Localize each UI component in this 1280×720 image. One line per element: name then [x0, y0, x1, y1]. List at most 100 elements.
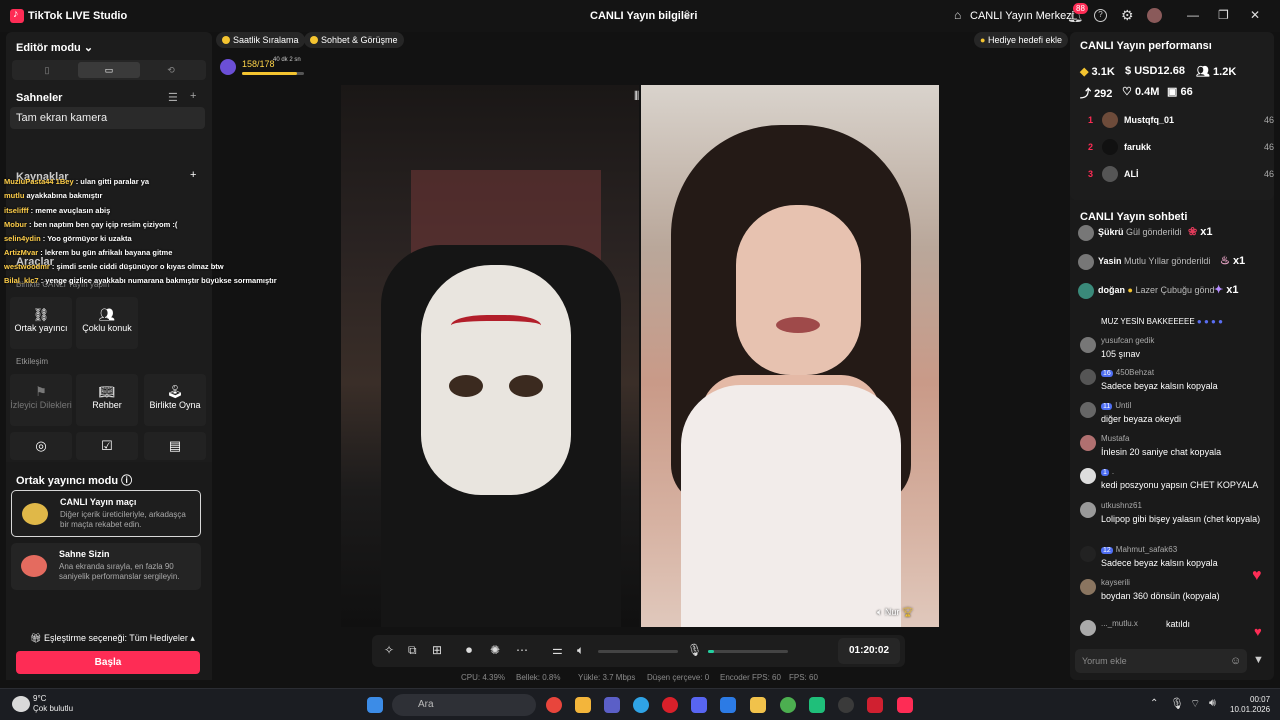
chat-username[interactable]: 1. [1101, 467, 1114, 476]
chat-call-chip[interactable]: Sohbet & Görüşme [304, 32, 404, 48]
match-option-label: Eşleştirme seçeneği: Tüm Hediyeler [43, 633, 188, 643]
portrait-icon[interactable]: ▯ [16, 62, 78, 78]
add-scene-icon[interactable]: + [190, 90, 196, 102]
ranking-row[interactable]: 3 ALİ 46 [1080, 165, 1274, 185]
chrome-icon[interactable] [780, 697, 796, 713]
maximize-icon[interactable]: ❐ [1218, 8, 1229, 22]
windows-start-icon[interactable] [367, 697, 383, 713]
weather-widget[interactable]: 9°C Çok bulutlu [33, 694, 73, 714]
chat-username[interactable]: 12 Mahmut_safak63 [1101, 545, 1177, 554]
rotate-icon[interactable]: ⟲ [140, 62, 202, 78]
chat-username[interactable]: ..._mutlu.x [1101, 619, 1138, 628]
avatar[interactable] [1080, 502, 1096, 518]
avatar[interactable] [1080, 579, 1096, 595]
start-button[interactable]: Başla [16, 651, 200, 674]
home-icon[interactable]: ⌂ [954, 8, 961, 22]
share-icon[interactable]: ⇪ [682, 8, 692, 22]
gift-goal-button[interactable]: ● Hediye hedefi ekle [974, 32, 1069, 48]
ranking-row[interactable]: 2 farukk 46 [1080, 138, 1274, 158]
viewers-value: 1.2K [1213, 66, 1237, 78]
edge-icon[interactable] [633, 697, 649, 713]
mic-icon[interactable]: 🎙︎ [687, 643, 702, 657]
volume-icon[interactable]: 🔊︎ [1209, 697, 1216, 710]
tiktok-studio-icon[interactable] [897, 697, 913, 713]
tool-more-1[interactable]: ◎ [10, 432, 72, 460]
avatar[interactable] [1080, 620, 1096, 636]
ranking-row[interactable]: 1 Mustqfq_01 46 [1080, 111, 1274, 131]
avatar[interactable] [1080, 435, 1096, 451]
avatar[interactable] [1080, 369, 1096, 385]
effects-icon[interactable]: ✺ [490, 643, 500, 657]
settings-sliders-icon[interactable]: ⚌ [552, 643, 563, 657]
list-icon[interactable]: ☰ [168, 91, 178, 104]
opera-icon[interactable] [662, 697, 678, 713]
multi-guest-tool[interactable]: 👥︎ Çoklu konuk [76, 297, 138, 349]
notification-badge: 88 [1073, 3, 1088, 14]
taskbar-search[interactable]: Ara [392, 694, 536, 716]
screen-share-icon[interactable]: ⧉ [408, 643, 417, 658]
chat-username[interactable]: 11 Until [1101, 401, 1131, 410]
tool-more-2[interactable]: ☑ [76, 432, 138, 460]
magic-wand-icon[interactable]: ✧ [384, 643, 394, 657]
more-icon[interactable]: ⋯ [516, 643, 528, 657]
teams-icon[interactable] [604, 697, 620, 713]
avatar [1102, 139, 1118, 155]
wifi-icon[interactable]: ⌔ [1190, 697, 1200, 711]
folder-icon[interactable] [750, 697, 766, 713]
stage-card[interactable]: Sahne Sizin Ana ekranda sırayla, en fazl… [11, 543, 201, 590]
avatar[interactable] [1147, 8, 1162, 23]
store-icon[interactable] [575, 697, 591, 713]
avatar[interactable] [1080, 337, 1096, 353]
chat-username[interactable]: kayserili [1101, 578, 1130, 587]
avatar[interactable] [1080, 402, 1096, 418]
close-icon[interactable]: ✕ [1250, 8, 1260, 22]
github-icon[interactable] [838, 697, 854, 713]
chevron-up-icon[interactable]: ⌃ [1150, 698, 1158, 709]
audio-wave-icon[interactable]: ⦀ [634, 89, 639, 104]
info-icon[interactable]: ⓘ [121, 475, 132, 487]
chat-username[interactable]: yusufcan gedik [1101, 336, 1154, 345]
scene-item[interactable]: Tam ekran kamera [10, 107, 205, 129]
tool-more-3[interactable]: ▤ [144, 432, 206, 460]
guide-tool[interactable]: 📖︎ Rehber [76, 374, 138, 426]
minimize-icon[interactable]: — [1187, 8, 1199, 22]
live-center-link[interactable]: CANLI Yayın Merkezi [970, 10, 1074, 22]
lips-shape [776, 317, 820, 333]
youtube-icon[interactable] [867, 697, 883, 713]
match-option-dropdown[interactable]: 🎁︎ Eşleştirme seçeneği: Tüm Hediyeler ▴ [30, 633, 195, 644]
avatar[interactable] [1080, 468, 1096, 484]
mic-icon[interactable]: 🎙︎ [1170, 697, 1184, 710]
app-icon[interactable] [809, 697, 825, 713]
mail-icon[interactable] [720, 697, 736, 713]
editor-mode-dropdown[interactable]: Editör modu ⌄ [16, 41, 93, 54]
volume-icon[interactable]: 🔈︎ [577, 643, 584, 658]
landscape-icon[interactable]: ▭ [78, 62, 140, 78]
help-icon[interactable]: ? [1094, 9, 1107, 22]
volume-slider[interactable] [598, 650, 678, 653]
speaker-icon[interactable]: 🔈︎ [877, 607, 882, 617]
users-icon: 👥︎ [98, 307, 116, 322]
live-match-card[interactable]: CANLI Yayın maçı Diğer içerik üreticiler… [11, 490, 201, 537]
discord-icon[interactable] [691, 697, 707, 713]
record-icon[interactable]: ⏺ [466, 643, 472, 658]
gear-icon[interactable]: ⚙ [1121, 7, 1134, 24]
overlay-chat-user: selin4ydin [4, 234, 41, 243]
filter-icon[interactable]: ▼ [1253, 654, 1264, 666]
chat-username[interactable]: utkushnz61 [1101, 501, 1142, 510]
level-progress: 158/178 40 dk 2 sn [218, 57, 306, 75]
hourly-ranking-chip[interactable]: Saatlik Sıralama [216, 32, 305, 48]
overlay-chat-line: Mobur : ben naptım ben çay içip resim çi… [4, 220, 177, 229]
clock[interactable]: 00:07 10.01.2026 [1230, 695, 1270, 715]
viewer-wishes-tool[interactable]: ⚑ İzleyici Dilekleri [10, 374, 72, 426]
play-together-label: Birlikte Oyna [149, 400, 201, 410]
avatar[interactable] [1080, 546, 1096, 562]
add-source-icon[interactable]: + [190, 169, 196, 181]
chat-username[interactable]: 16 450Behzat [1101, 368, 1154, 377]
chrome-icon[interactable] [546, 697, 562, 713]
emoji-icon[interactable]: ☺ [1230, 655, 1241, 667]
chat-username[interactable]: Mustafa [1101, 434, 1129, 443]
play-together-tool[interactable]: 🕹︎ Birlikte Oyna [144, 374, 206, 426]
comment-input[interactable]: Yorum ekle [1075, 649, 1247, 673]
cohost-tool[interactable]: ⛓ Ortak yayıncı [10, 297, 72, 349]
add-media-icon[interactable]: ⊞ [432, 643, 442, 657]
